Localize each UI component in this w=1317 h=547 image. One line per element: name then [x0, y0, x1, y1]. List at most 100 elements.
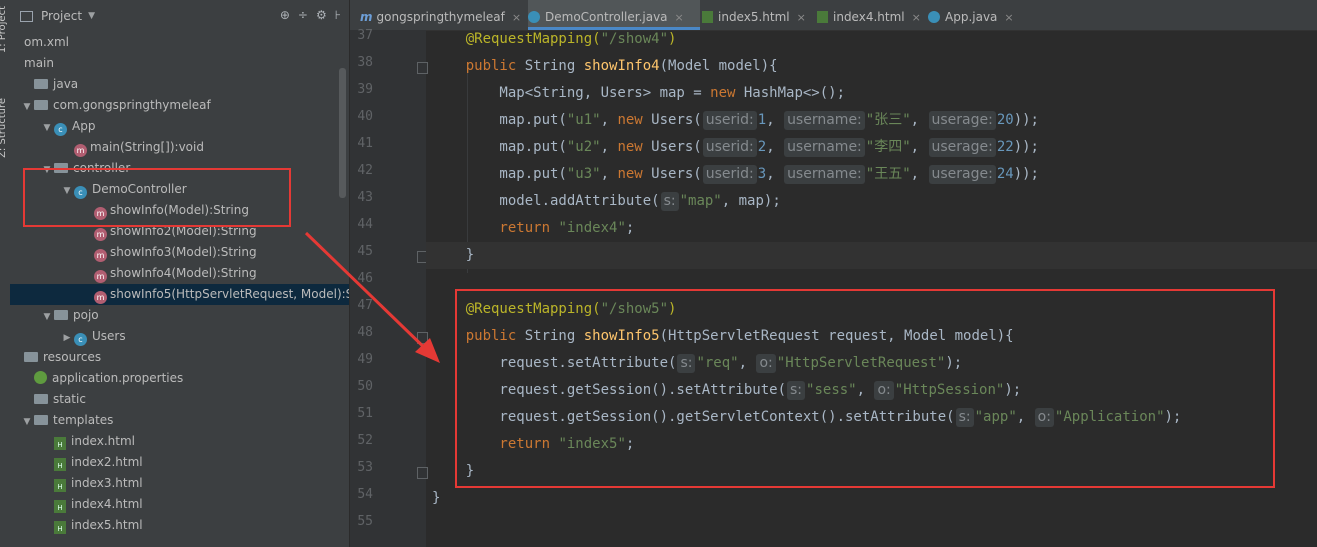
- code-token: new: [617, 166, 652, 182]
- toolbar-icon[interactable]: ÷: [298, 8, 308, 22]
- parameter-hint: userage:: [928, 138, 996, 157]
- code-token: 22: [996, 139, 1014, 155]
- code-token: @RequestMapping(: [432, 31, 601, 47]
- code-token: 1: [757, 112, 767, 128]
- code-token: ,: [910, 139, 928, 155]
- code-token: new: [710, 85, 744, 101]
- code-token: new: [617, 112, 652, 128]
- code-token: return: [432, 220, 559, 236]
- code-line: map.put("u1", new Users(userid: 1, userna…: [426, 107, 1317, 134]
- code-token: "/show4": [600, 31, 669, 47]
- code-line: model.addAttribute(s: "map", map);: [426, 188, 1317, 215]
- tab-label: index5.html: [718, 10, 790, 24]
- line-number: 46: [357, 271, 373, 286]
- line-number: 45: [357, 244, 373, 259]
- code-token: ,: [766, 166, 784, 182]
- class-icon: [528, 11, 540, 23]
- line-number: 52: [357, 433, 373, 448]
- code-token: map.put(: [432, 166, 567, 182]
- html-file-icon: [702, 11, 713, 23]
- parameter-hint: userid:: [702, 165, 757, 184]
- line-number: 37: [357, 28, 373, 43]
- html-file-icon: [817, 11, 828, 23]
- code-token: ,: [600, 112, 618, 128]
- code-token: ,: [600, 166, 618, 182]
- line-number: 51: [357, 406, 373, 421]
- line-number: 40: [357, 109, 373, 124]
- toolbar-icon[interactable]: ⚙: [316, 8, 327, 22]
- code-token: "index4": [558, 220, 626, 236]
- code-token: ): [668, 31, 677, 47]
- code-token: HashMap<>();: [743, 85, 846, 101]
- project-panel-title: Project: [41, 9, 83, 23]
- line-number: 55: [357, 514, 373, 529]
- code-token: model.addAttribute(: [432, 193, 660, 209]
- parameter-hint: username:: [784, 165, 865, 184]
- code-token: public: [432, 58, 525, 74]
- code-token: new: [617, 139, 652, 155]
- code-token: }: [432, 247, 475, 263]
- close-icon[interactable]: ×: [512, 11, 521, 24]
- line-number: 53: [357, 460, 373, 475]
- parameter-hint: userid:: [702, 111, 757, 130]
- close-icon[interactable]: ×: [912, 11, 921, 24]
- code-token: Map<String, Users> map =: [432, 85, 711, 101]
- chevron-down-icon[interactable]: ▼: [88, 11, 95, 21]
- folder-icon: [34, 394, 48, 404]
- code-token: ,: [766, 139, 784, 155]
- code-token: showInfo4: [583, 58, 660, 74]
- line-number: 38: [357, 55, 373, 70]
- code-line: return "index4";: [426, 215, 1317, 242]
- code-token: map.put(: [432, 112, 567, 128]
- line-number: 47: [357, 298, 373, 313]
- parameter-hint: s:: [660, 192, 679, 211]
- code-token: "张三": [865, 112, 911, 128]
- code-token: Users(: [651, 166, 702, 182]
- code-token: map.put(: [432, 139, 567, 155]
- code-token: "map": [679, 193, 722, 209]
- tab-label: index4.html: [833, 10, 905, 24]
- code-token: "u3": [566, 166, 601, 182]
- line-number: 48: [357, 325, 373, 340]
- module-icon: m: [360, 10, 373, 24]
- tab-label: DemoController.java: [545, 10, 668, 24]
- code-token: 2: [757, 139, 767, 155]
- toolbar-icon[interactable]: ⊦: [335, 8, 341, 22]
- annotation-box-showinfo5: [455, 289, 1275, 488]
- code-token: (Model model){: [659, 58, 778, 74]
- close-icon[interactable]: ×: [1004, 11, 1013, 24]
- line-number: 54: [357, 487, 373, 502]
- code-token: "李四": [865, 139, 911, 155]
- code-token: "王五": [865, 166, 911, 182]
- tab-label: gongspringthymeleaf: [376, 10, 505, 24]
- code-token: ));: [1013, 112, 1039, 128]
- code-line: map.put("u2", new Users(userid: 2, userna…: [426, 134, 1317, 161]
- line-number: 39: [357, 82, 373, 97]
- toolbar-icon[interactable]: ⊕: [280, 8, 290, 22]
- code-token: Users(: [651, 112, 702, 128]
- parameter-hint: userid:: [702, 138, 757, 157]
- line-number: 49: [357, 352, 373, 367]
- code-token: ,: [766, 112, 784, 128]
- parameter-hint: username:: [784, 138, 865, 157]
- code-line: Map<String, Users> map = new HashMap<>()…: [426, 80, 1317, 107]
- tab-label: App.java: [945, 10, 998, 24]
- close-icon[interactable]: ×: [797, 11, 806, 24]
- code-line: @RequestMapping("/show4"): [426, 26, 1317, 53]
- line-number: 41: [357, 136, 373, 151]
- project-icon: [20, 10, 33, 22]
- code-token: String: [524, 58, 584, 74]
- code-token: 3: [757, 166, 767, 182]
- code-token: }: [432, 490, 441, 506]
- close-icon[interactable]: ×: [675, 11, 684, 24]
- code-token: "u2": [566, 139, 601, 155]
- code-token: Users(: [651, 139, 702, 155]
- tree-item-label: static: [53, 392, 86, 406]
- parameter-hint: userage:: [928, 165, 996, 184]
- code-token: ,: [910, 112, 928, 128]
- code-line: }: [426, 485, 1317, 512]
- code-token: ));: [1013, 139, 1039, 155]
- code-line: map.put("u3", new Users(userid: 3, userna…: [426, 161, 1317, 188]
- code-token: 20: [996, 112, 1014, 128]
